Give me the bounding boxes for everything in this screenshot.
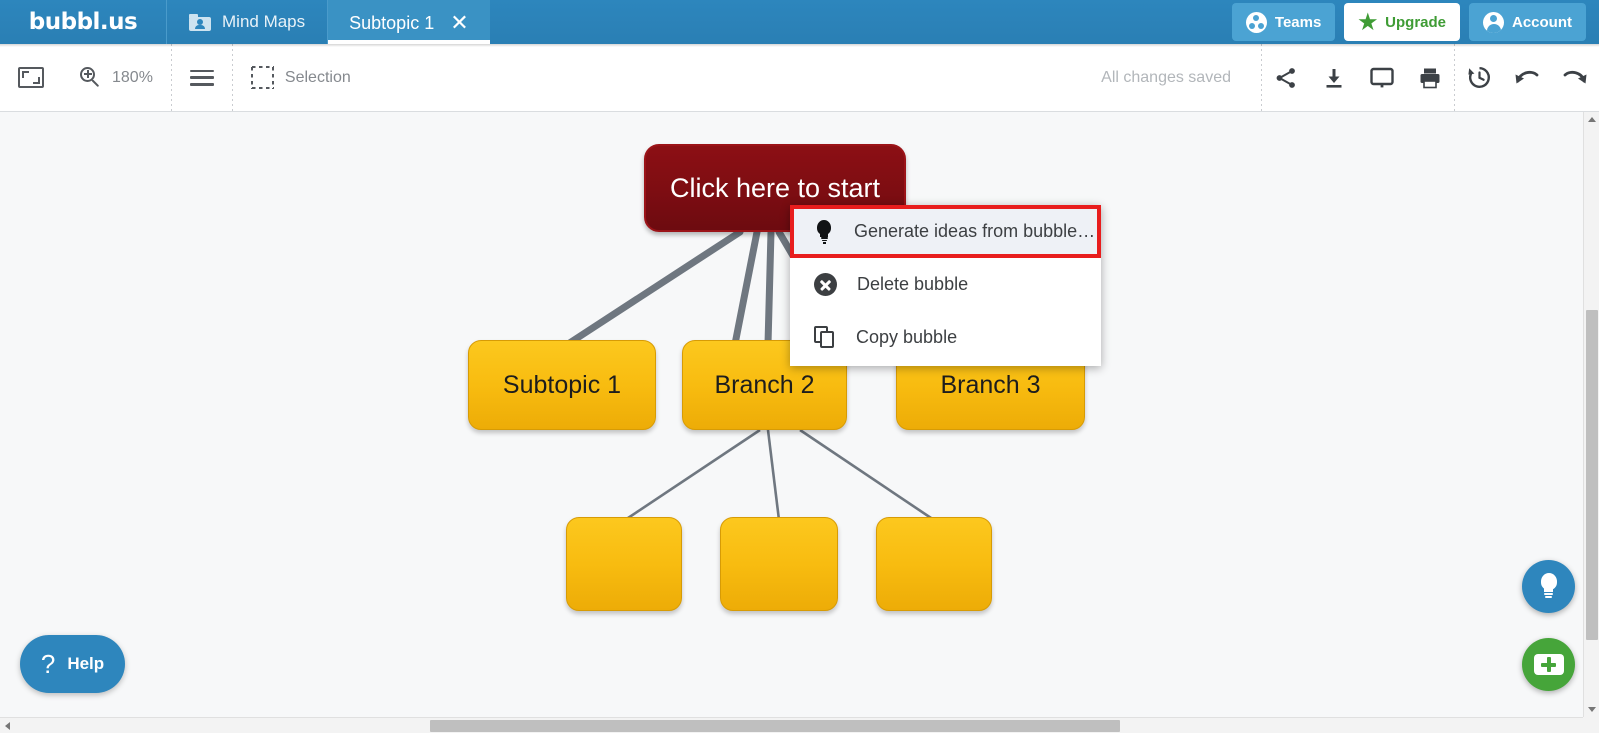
lightbulb-icon <box>1538 573 1560 600</box>
undo-button[interactable] <box>1503 44 1551 111</box>
app-header: bubbl.us Mind Maps Subtopic 1 ✕ Teams ★ … <box>0 0 1599 44</box>
zoom-level-label: 180% <box>112 68 153 86</box>
upgrade-button-label: Upgrade <box>1385 13 1446 31</box>
menu-item-label: Generate ideas from bubble… <box>854 221 1096 241</box>
header-spacer <box>490 0 1232 44</box>
share-button[interactable] <box>1262 44 1310 111</box>
teams-button[interactable]: Teams <box>1231 3 1336 41</box>
scroll-down-arrow-icon[interactable] <box>1588 707 1596 712</box>
bubble-empty-1[interactable] <box>566 517 682 611</box>
download-icon <box>1326 68 1342 88</box>
add-bubble-plus-icon <box>1533 654 1564 675</box>
redo-icon <box>1563 70 1587 83</box>
brand-logo-text: bubbl.us <box>28 9 138 35</box>
horizontal-scrollbar-thumb[interactable] <box>430 720 1120 732</box>
presentation-icon <box>1370 67 1394 87</box>
print-icon <box>1420 68 1440 88</box>
menu-item-label: Copy bubble <box>856 327 958 347</box>
menu-item-generate-ideas[interactable]: Generate ideas from bubble… <box>790 205 1101 258</box>
menu-item-label: Delete bubble <box>857 274 969 294</box>
nav-mind-maps-label: Mind Maps <box>222 12 306 31</box>
copy-pages-icon <box>814 326 836 349</box>
question-mark-icon: ? <box>40 649 56 679</box>
account-button-label: Account <box>1512 13 1572 31</box>
upgrade-button[interactable]: ★ Upgrade <box>1344 3 1460 41</box>
zoom-in-icon <box>80 67 101 88</box>
star-icon: ★ <box>1358 10 1378 34</box>
download-button[interactable] <box>1310 44 1358 111</box>
teams-circle-icon <box>1245 11 1267 33</box>
scroll-left-arrow-icon[interactable] <box>5 722 10 730</box>
account-button[interactable]: Account <box>1469 3 1586 41</box>
menu-item-copy-bubble[interactable]: Copy bubble <box>790 311 1101 364</box>
hamburger-menu-icon <box>189 69 214 86</box>
help-button[interactable]: ? Help <box>20 635 125 693</box>
tab-label: Subtopic 1 <box>349 13 435 33</box>
fit-to-screen-button[interactable] <box>0 44 62 111</box>
lightbulb-icon <box>814 219 834 244</box>
nav-mind-maps[interactable]: Mind Maps <box>167 0 329 44</box>
brand-logo[interactable]: bubbl.us <box>0 0 167 44</box>
selection-tool-button[interactable]: Selection <box>233 44 369 111</box>
selection-tool-label: Selection <box>284 68 351 86</box>
scrollbar-corner <box>1583 717 1599 733</box>
horizontal-scrollbar[interactable] <box>0 717 1599 733</box>
mindmap-canvas[interactable]: Click here to start Subtopic 1 Branch 2 … <box>0 112 1583 717</box>
editor-toolbar: 180% Selection All changes saved <box>0 43 1599 112</box>
folder-person-icon <box>189 13 211 31</box>
scroll-up-arrow-icon[interactable] <box>1588 117 1596 122</box>
teams-button-label: Teams <box>1274 13 1322 31</box>
header-actions: Teams ★ Upgrade Account <box>1231 0 1599 44</box>
bubble-label: Click here to start <box>669 172 881 203</box>
menu-item-delete-bubble[interactable]: Delete bubble <box>790 258 1101 311</box>
selection-marquee-icon <box>250 66 274 89</box>
delete-circle-x-icon <box>814 273 837 296</box>
present-button[interactable] <box>1358 44 1406 111</box>
bubble-empty-2[interactable] <box>720 517 838 611</box>
add-bubble-fab[interactable] <box>1522 638 1575 691</box>
fit-to-screen-icon <box>18 67 44 88</box>
save-status: All changes saved <box>1101 68 1231 86</box>
generate-ideas-fab[interactable] <box>1522 560 1575 613</box>
person-icon <box>1483 11 1504 33</box>
vertical-scrollbar-thumb[interactable] <box>1586 310 1598 640</box>
zoom-control[interactable]: 180% <box>62 44 171 111</box>
bubble-context-menu: Generate ideas from bubble… Delete bubbl… <box>790 205 1101 366</box>
bubble-subtopic-1[interactable]: Subtopic 1 <box>468 340 656 430</box>
bubble-label: Branch 3 <box>940 370 1041 399</box>
help-button-label: Help <box>67 654 105 673</box>
vertical-scrollbar[interactable] <box>1583 112 1599 717</box>
share-icon <box>1276 67 1295 88</box>
bubble-label: Branch 2 <box>714 370 815 399</box>
close-icon[interactable]: ✕ <box>450 11 468 34</box>
print-button[interactable] <box>1406 44 1454 111</box>
history-icon <box>1467 67 1490 88</box>
undo-icon <box>1515 70 1539 83</box>
bubble-empty-3[interactable] <box>876 517 992 611</box>
toolbar-action-icons <box>1262 43 1599 112</box>
bubble-label: Subtopic 1 <box>502 370 622 399</box>
history-button[interactable] <box>1455 44 1503 111</box>
menu-button[interactable] <box>172 44 232 111</box>
tab-subtopic-1[interactable]: Subtopic 1 ✕ <box>328 0 490 44</box>
redo-button[interactable] <box>1551 44 1599 111</box>
